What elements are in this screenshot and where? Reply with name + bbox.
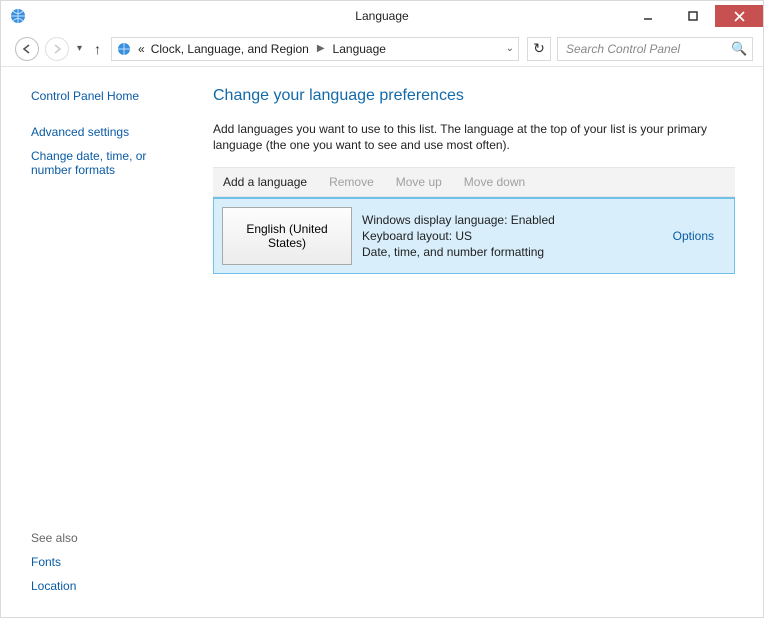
breadcrumb-current[interactable]: Language [333, 42, 386, 56]
back-button[interactable] [15, 37, 39, 61]
sidebar: Control Panel Home Advanced settings Cha… [1, 67, 201, 617]
control-panel-home-link[interactable]: Control Panel Home [31, 89, 183, 103]
language-control-panel-window: Language ▾ ↑ « Clock, Langua [0, 0, 764, 618]
breadcrumb-prefix: « [138, 42, 145, 56]
main-pane: Change your language preferences Add lan… [201, 67, 763, 617]
display-language-status: Windows display language: Enabled [362, 212, 651, 228]
move-down-button[interactable]: Move down [464, 175, 525, 189]
change-date-formats-link[interactable]: Change date, time, or number formats [31, 149, 183, 177]
history-dropdown-icon[interactable]: ▾ [75, 43, 84, 54]
search-box[interactable]: 🔍 [557, 37, 753, 61]
forward-button[interactable] [45, 37, 69, 61]
page-heading: Change your language preferences [213, 87, 735, 105]
see-also-label: See also [31, 531, 183, 545]
toolbar: Add a language Remove Move up Move down [213, 167, 735, 197]
refresh-button[interactable]: ↻ [527, 37, 551, 61]
breadcrumb-separator-icon: ▶ [315, 43, 327, 54]
advanced-settings-link[interactable]: Advanced settings [31, 125, 183, 139]
maximize-button[interactable] [670, 5, 715, 27]
body: Control Panel Home Advanced settings Cha… [1, 67, 763, 617]
keyboard-layout: Keyboard layout: US [362, 228, 651, 244]
language-tile: English (United States) [222, 207, 352, 265]
language-options: Options [661, 207, 726, 265]
up-button[interactable]: ↑ [90, 41, 105, 57]
minimize-button[interactable] [625, 5, 670, 27]
app-icon [9, 6, 29, 26]
move-up-button[interactable]: Move up [396, 175, 442, 189]
location-link[interactable]: Location [31, 579, 183, 593]
options-link[interactable]: Options [673, 229, 714, 243]
search-input[interactable] [564, 41, 725, 57]
add-language-button[interactable]: Add a language [223, 175, 307, 189]
remove-button[interactable]: Remove [329, 175, 374, 189]
window-controls [625, 5, 763, 27]
fonts-link[interactable]: Fonts [31, 555, 183, 569]
date-formatting: Date, time, and number formatting [362, 244, 651, 260]
language-item[interactable]: English (United States) Windows display … [213, 198, 735, 274]
titlebar: Language [1, 1, 763, 31]
language-details: Windows display language: Enabled Keyboa… [362, 207, 651, 265]
close-button[interactable] [715, 5, 763, 27]
location-icon [116, 41, 132, 57]
language-list: English (United States) Windows display … [213, 197, 735, 274]
address-dropdown-icon[interactable]: ⌄ [506, 43, 514, 54]
address-bar[interactable]: « Clock, Language, and Region ▶ Language… [111, 37, 519, 61]
page-description: Add languages you want to use to this li… [213, 121, 735, 153]
search-icon[interactable]: 🔍 [731, 41, 747, 57]
breadcrumb-parent[interactable]: Clock, Language, and Region [151, 42, 309, 56]
navigation-bar: ▾ ↑ « Clock, Language, and Region ▶ Lang… [1, 31, 763, 67]
